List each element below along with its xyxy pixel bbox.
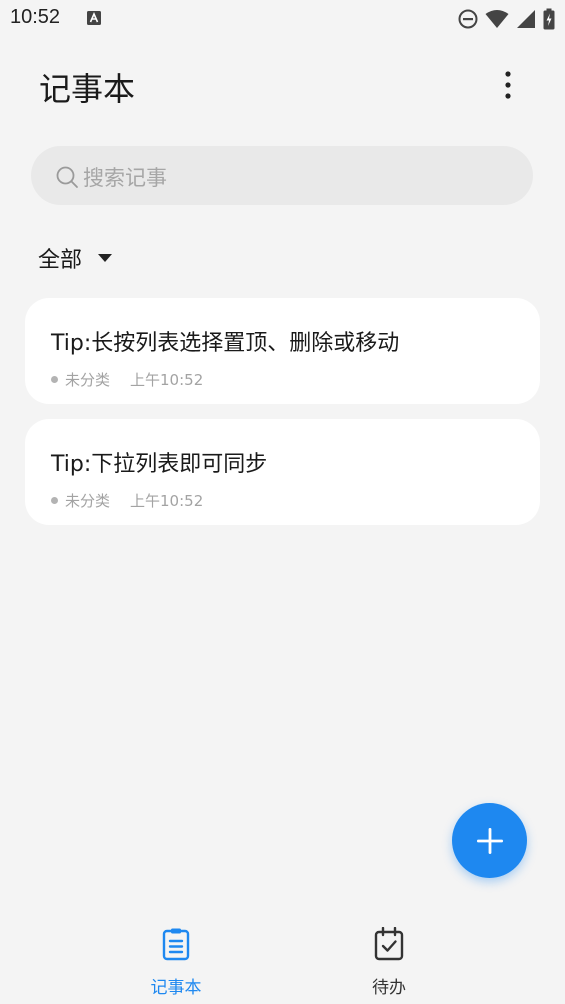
status-bar: 10:52 (0, 0, 565, 40)
nav-item-notes[interactable]: 记事本 (126, 927, 226, 997)
do-not-disturb-icon (458, 9, 478, 29)
status-icons (458, 8, 555, 30)
plus-icon (476, 827, 503, 854)
cell-signal-icon (517, 10, 535, 28)
caret-down-icon (98, 254, 113, 262)
note-time: 上午10:52 (130, 370, 204, 389)
category-filter-label: 全部 (38, 248, 83, 273)
search-placeholder: 搜索记事 (83, 166, 167, 190)
note-category: 未分类 (65, 491, 111, 510)
nav-item-todo[interactable]: 待办 (339, 927, 439, 997)
note-meta: 未分类 上午10:52 (51, 370, 204, 389)
battery-icon (543, 8, 555, 30)
more-options-button[interactable] (494, 68, 522, 102)
note-time: 上午10:52 (130, 491, 204, 510)
category-dot-icon (51, 375, 58, 383)
note-category: 未分类 (65, 370, 111, 389)
more-vertical-icon (505, 71, 511, 99)
note-title: Tip:长按列表选择置顶、删除或移动 (51, 331, 400, 356)
wifi-icon (485, 10, 509, 28)
search-input[interactable]: 搜索记事 (31, 146, 533, 205)
nav-label-todo: 待办 (372, 978, 406, 998)
calendar-check-icon (374, 927, 404, 961)
page-title: 记事本 (39, 70, 136, 108)
category-dot-icon (51, 496, 58, 504)
notepad-icon (162, 928, 190, 961)
bottom-navigation: 记事本 待办 (0, 915, 565, 1004)
nav-label-notes: 记事本 (150, 978, 202, 998)
search-icon (56, 166, 78, 188)
note-title: Tip:下拉列表即可同步 (51, 452, 268, 477)
note-card[interactable]: Tip:长按列表选择置顶、删除或移动 未分类 上午10:52 (25, 298, 540, 404)
status-time: 10:52 (10, 6, 61, 28)
category-filter-dropdown[interactable]: 全部 (38, 242, 113, 274)
note-meta: 未分类 上午10:52 (51, 491, 204, 510)
accessibility-a-icon (87, 11, 101, 25)
add-note-button[interactable] (452, 803, 527, 878)
note-card[interactable]: Tip:下拉列表即可同步 未分类 上午10:52 (25, 419, 540, 525)
notes-app-screen: 10:52 记事本 搜索记事 全部 Tip:长按列表选择置顶、删除或移动 未分类… (0, 0, 565, 1004)
